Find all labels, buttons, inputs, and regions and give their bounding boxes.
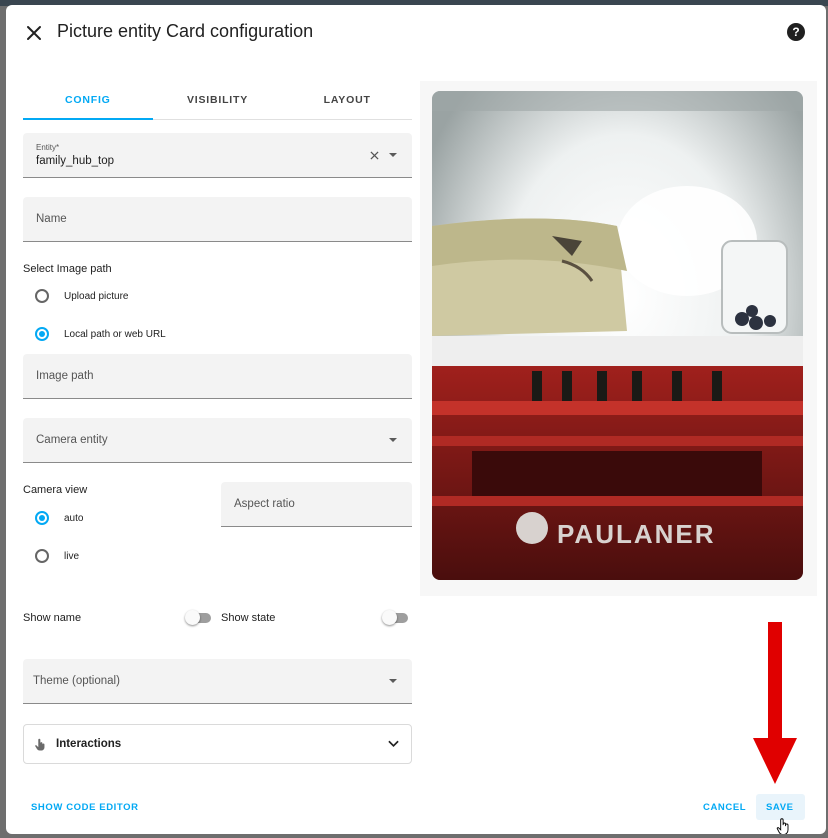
show-state-toggle[interactable] bbox=[382, 610, 410, 625]
radio-local-path[interactable] bbox=[35, 327, 49, 341]
camera-entity-select[interactable]: Camera entity bbox=[23, 418, 412, 463]
save-button[interactable]: SAVE bbox=[766, 802, 794, 813]
image-path-label: Image path bbox=[36, 370, 94, 382]
entity-label: Entity* bbox=[36, 143, 60, 152]
help-icon[interactable]: ? bbox=[787, 23, 805, 41]
show-name-label: Show name bbox=[23, 612, 82, 624]
interactions-label: Interactions bbox=[56, 738, 122, 750]
image-path-section-title: Select Image path bbox=[23, 263, 112, 275]
gesture-tap-icon bbox=[35, 738, 45, 751]
card-config-dialog: Picture entity Card configuration ? CONF… bbox=[6, 5, 826, 834]
radio-live-label: live bbox=[64, 551, 80, 562]
name-field[interactable]: Name bbox=[23, 197, 412, 242]
radio-auto-label: auto bbox=[64, 513, 84, 524]
radio-upload-picture-label: Upload picture bbox=[64, 291, 129, 302]
tab-visibility[interactable]: VISIBILITY bbox=[153, 85, 283, 119]
aspect-ratio-label: Aspect ratio bbox=[234, 498, 295, 510]
dialog-title: Picture entity Card configuration bbox=[57, 21, 314, 41]
tab-layout[interactable]: LAYOUT bbox=[282, 85, 412, 119]
theme-select[interactable]: Theme (optional) bbox=[23, 659, 412, 704]
chevron-down-icon[interactable] bbox=[389, 153, 397, 157]
crate-brand-text: PAULANER bbox=[557, 519, 716, 549]
name-label: Name bbox=[36, 213, 67, 225]
camera-view-title: Camera view bbox=[23, 484, 88, 496]
aspect-ratio-field[interactable]: Aspect ratio bbox=[221, 482, 412, 527]
clear-icon[interactable] bbox=[370, 151, 379, 160]
entity-picker[interactable]: Entity* family_hub_top bbox=[23, 133, 412, 178]
camera-snapshot-image: PAULANER bbox=[432, 91, 803, 580]
close-icon[interactable] bbox=[24, 23, 44, 43]
show-state-label: Show state bbox=[221, 612, 276, 624]
chevron-down-icon[interactable] bbox=[388, 740, 399, 748]
show-code-editor-button[interactable]: SHOW CODE EDITOR bbox=[31, 802, 139, 813]
cancel-button[interactable]: CANCEL bbox=[703, 802, 746, 813]
annotation-arrow-head bbox=[753, 738, 797, 784]
radio-upload-picture[interactable] bbox=[35, 289, 49, 303]
radio-local-path-label: Local path or web URL bbox=[64, 329, 166, 340]
show-name-toggle[interactable] bbox=[185, 610, 213, 625]
tab-config[interactable]: CONFIG bbox=[23, 85, 153, 120]
camera-entity-label: Camera entity bbox=[36, 434, 108, 446]
image-path-field[interactable]: Image path bbox=[23, 354, 412, 399]
chevron-down-icon[interactable] bbox=[389, 679, 397, 683]
radio-auto[interactable] bbox=[35, 511, 49, 525]
theme-label: Theme (optional) bbox=[33, 675, 120, 687]
interactions-expander[interactable]: Interactions bbox=[23, 724, 412, 764]
hand-cursor-icon bbox=[776, 818, 789, 834]
radio-live[interactable] bbox=[35, 549, 49, 563]
annotation-arrow-shaft bbox=[768, 622, 782, 742]
entity-value: family_hub_top bbox=[36, 155, 114, 167]
chevron-down-icon[interactable] bbox=[389, 438, 397, 442]
tab-bar: CONFIG VISIBILITY LAYOUT bbox=[23, 85, 412, 120]
